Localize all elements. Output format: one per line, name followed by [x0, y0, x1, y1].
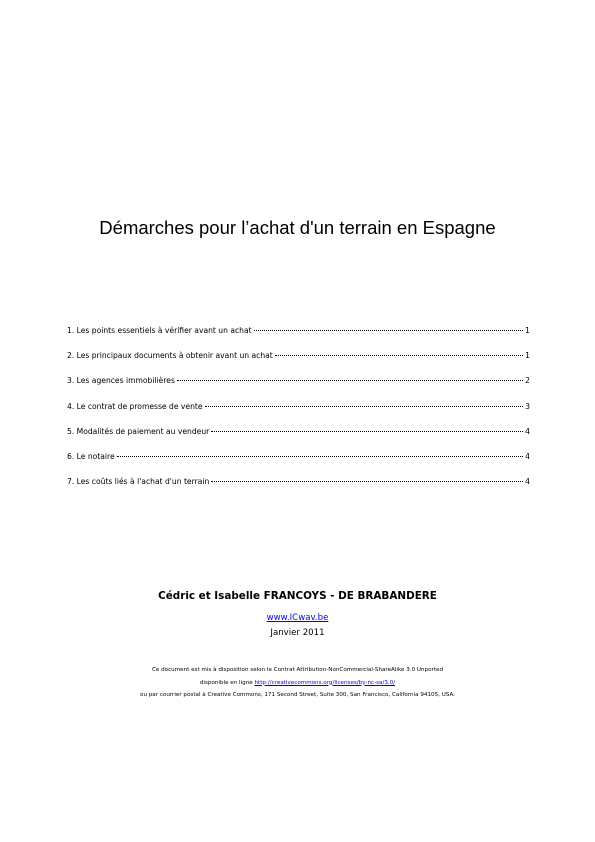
toc-item-page: 4: [525, 426, 530, 436]
toc-item-label: 1. Les points essentiels à vérifier avan…: [67, 326, 252, 335]
toc-dot-leader: [176, 380, 524, 382]
toc-dot-leader: [274, 355, 524, 357]
toc-item[interactable]: 4. Le contrat de promesse de vente 3: [67, 397, 530, 422]
toc-item-page: 1: [525, 351, 530, 361]
toc-item-label: 4. Le contrat de promesse de vente: [67, 401, 203, 411]
toc-item-label: 5. Modalités de paiement au vendeur: [67, 426, 210, 436]
toc-item-page: 3: [525, 401, 530, 411]
license-link[interactable]: http://creativecommons.org/licenses/by-n…: [254, 680, 395, 686]
toc-item-page: 1: [525, 326, 530, 335]
toc-dot-leader: [116, 455, 524, 457]
toc-item[interactable]: 2. Les principaux documents à obtenir av…: [67, 346, 530, 371]
license-online-prefix: disponible en ligne: [199, 679, 255, 686]
toc-item-page: 2: [525, 376, 530, 386]
toc-item-label: 2. Les principaux documents à obtenir av…: [67, 351, 273, 361]
toc-item[interactable]: 1. Les points essentiels à vérifier avan…: [67, 321, 530, 346]
toc-item-label: 3. Les agences immobilières: [67, 376, 175, 386]
document-title: Démarches pour l’achat d'un terrain en E…: [99, 217, 496, 238]
publication-date: Janvier 2011: [270, 628, 325, 638]
authors: Cédric et Isabelle FRANCOYS - DE BRABAND…: [158, 590, 437, 602]
toc-dot-leader: [253, 330, 524, 331]
toc-dot-leader: [211, 430, 524, 432]
toc-item[interactable]: 3. Les agences immobilières 2: [67, 371, 530, 396]
website-link[interactable]: www.ICwav.be: [267, 613, 329, 623]
toc-dot-leader: [211, 481, 524, 483]
license-online-line: disponible en ligne http://creativecommo…: [0, 677, 595, 690]
license-line: Ce document est mis à disposition selon …: [151, 667, 444, 673]
table-of-contents: 1. Les points essentiels à vérifier avan…: [67, 321, 530, 497]
toc-item[interactable]: 6. Le notaire 4: [67, 447, 530, 472]
toc-item-label: 6. Le notaire: [67, 451, 115, 461]
license-postal-line: ou par courrier postal à Creative Common…: [140, 692, 455, 698]
toc-item-page: 4: [525, 477, 530, 487]
toc-item-label: 7. Les coûts liés à l'achat d'un terrain: [67, 477, 210, 487]
license-notice: Ce document est mis à disposition selon …: [0, 664, 595, 702]
website-line: www.ICwav.be: [0, 611, 595, 625]
toc-item[interactable]: 5. Modalités de paiement au vendeur 4: [67, 422, 530, 447]
toc-item-page: 4: [525, 451, 530, 461]
toc-item[interactable]: 7. Les coûts liés à l'achat d'un terrain…: [67, 472, 530, 497]
toc-dot-leader: [204, 405, 524, 407]
